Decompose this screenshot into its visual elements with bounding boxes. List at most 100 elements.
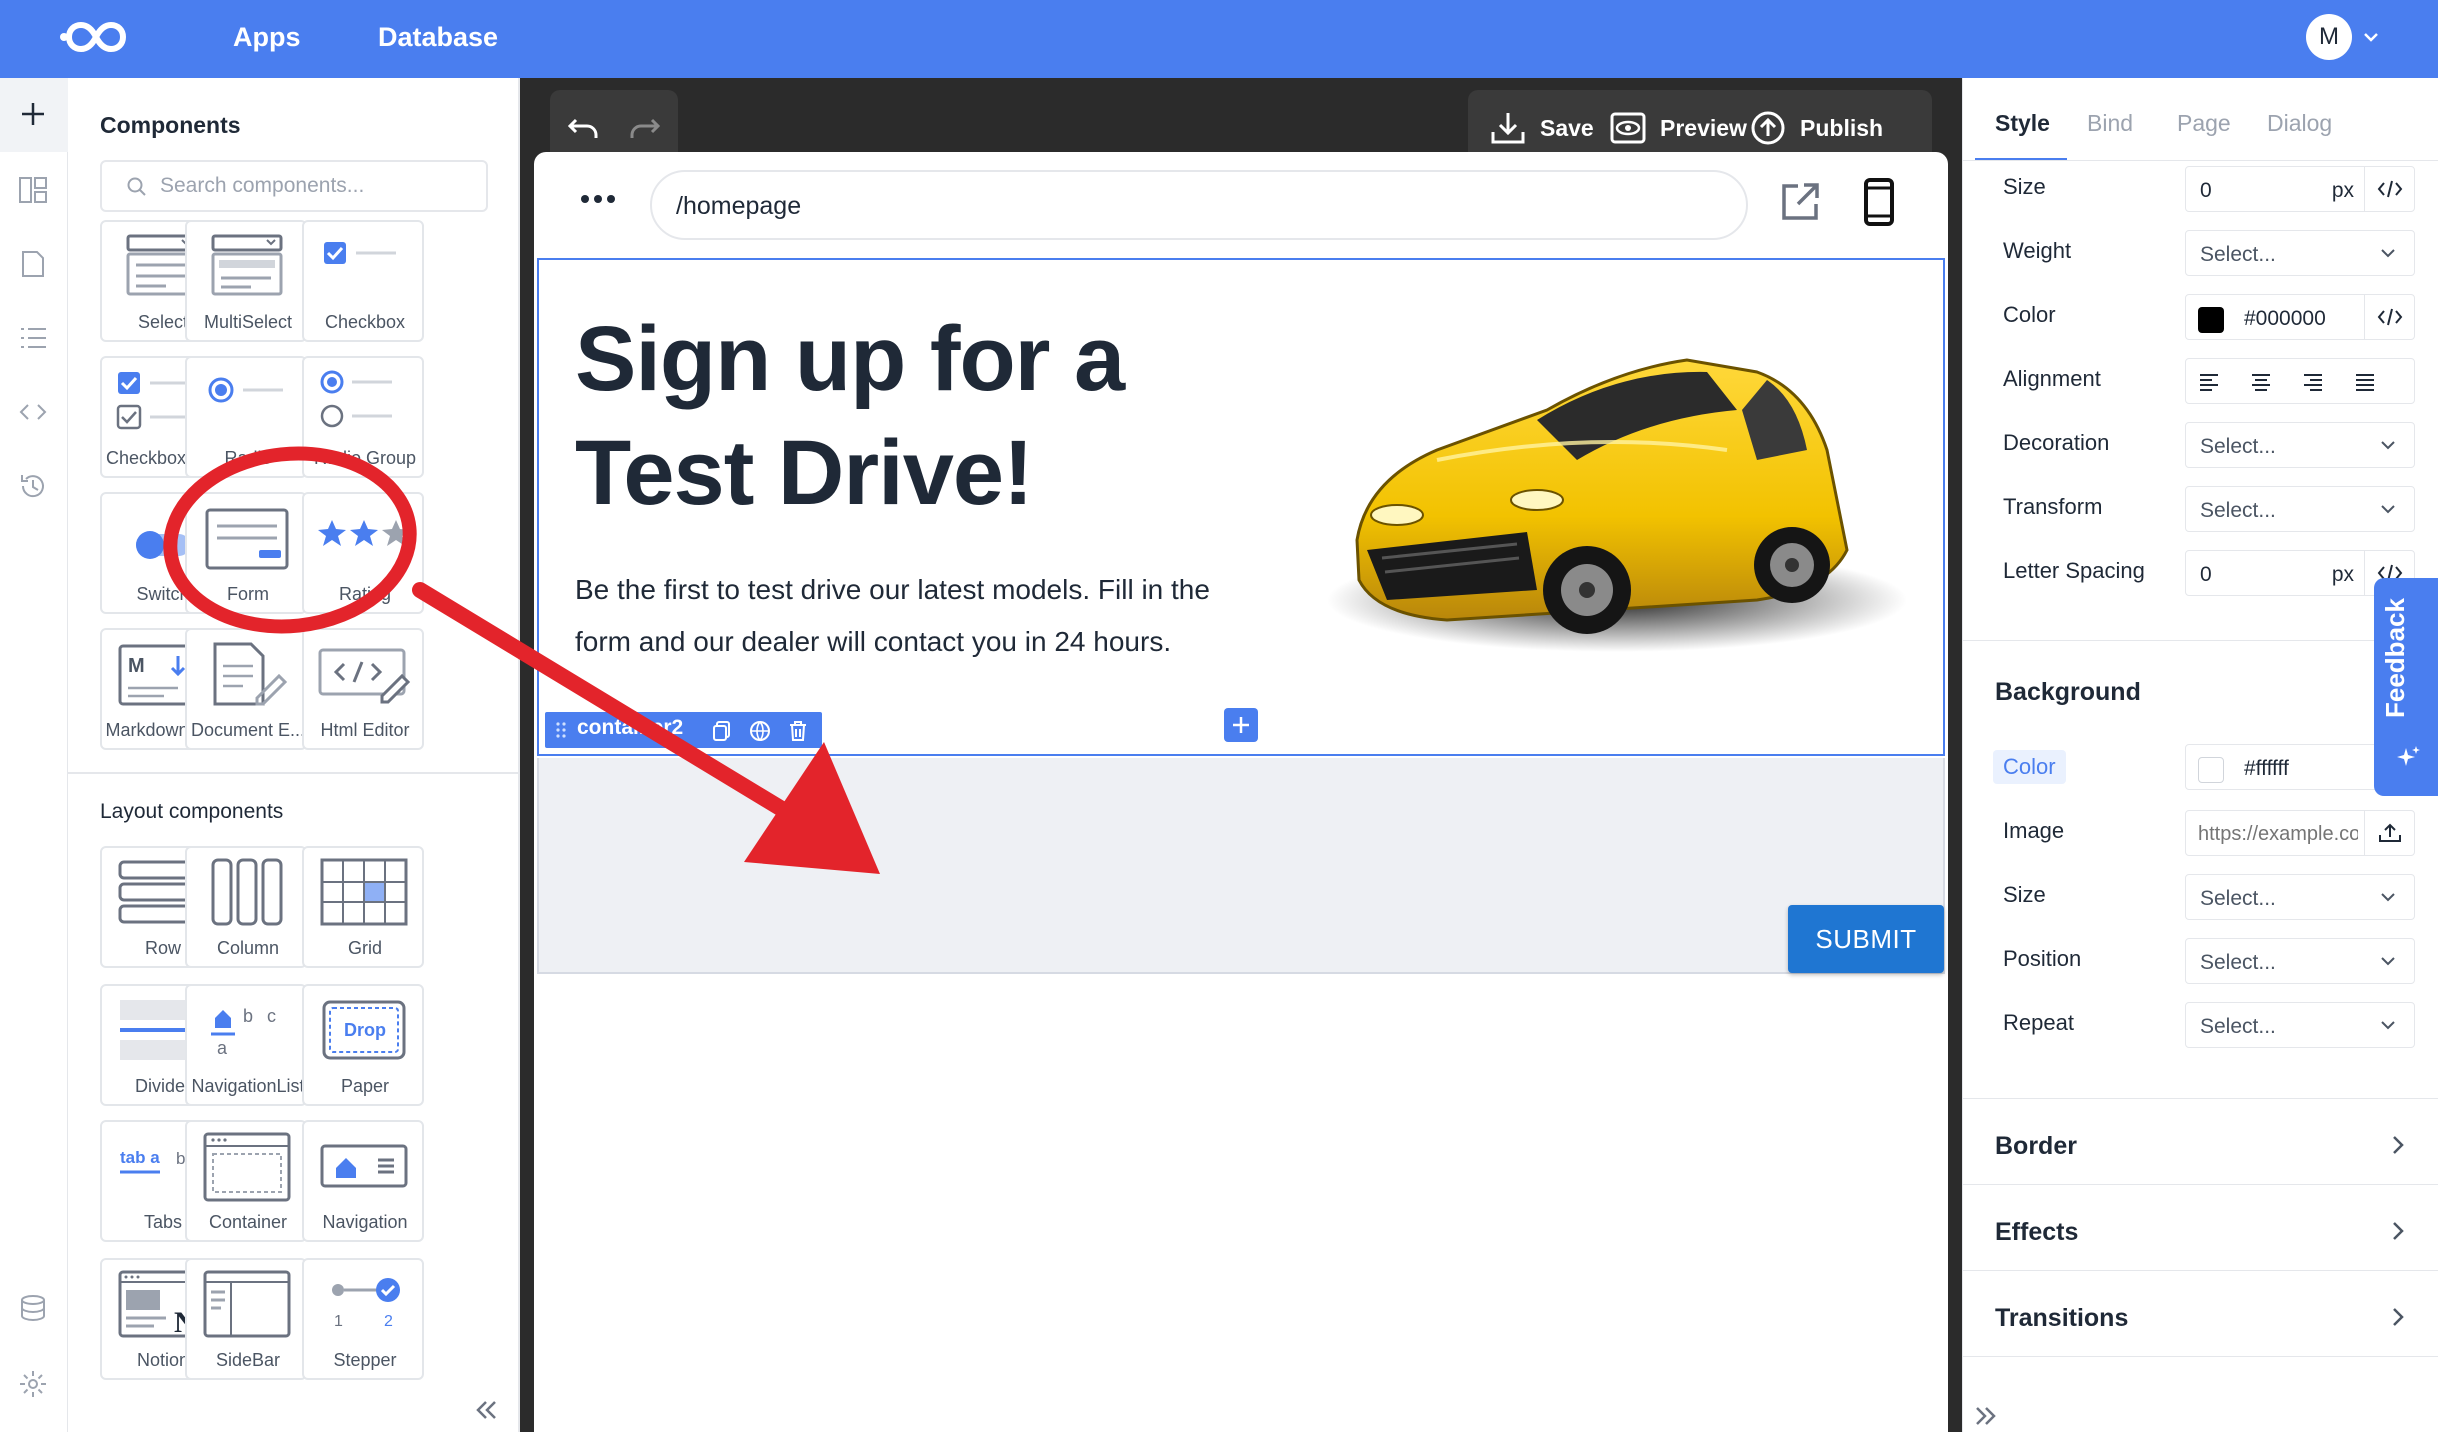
font-color-binding-toggle[interactable]	[2364, 295, 2414, 339]
radio-group-icon	[320, 370, 392, 428]
component-tile-checkbox[interactable]: Checkbox	[302, 220, 424, 342]
nav-database[interactable]: Database	[378, 0, 498, 78]
tabs-divider	[1963, 160, 2438, 161]
car-image[interactable]	[1287, 300, 1907, 700]
decoration-label: Decoration	[2003, 430, 2110, 455]
transitions-section-title[interactable]: Transitions	[1995, 1304, 2128, 1333]
hero-headline[interactable]: Sign up for a Test Drive!	[575, 302, 1195, 530]
navigation-list-icon: b c a	[211, 1006, 276, 1058]
tab-dialog[interactable]: Dialog	[2267, 110, 2332, 137]
selected-container-tag[interactable]: container2	[545, 712, 822, 748]
font-color-field[interactable]: #000000	[2185, 294, 2415, 340]
hero-paragraph[interactable]: Be the first to test drive our latest mo…	[575, 564, 1255, 668]
redo-icon[interactable]	[628, 116, 660, 142]
layout-tile-stepper[interactable]: 12 Stepper	[302, 1258, 424, 1380]
bg-size-select[interactable]: Select...	[2185, 874, 2415, 920]
component-tile-multiselect[interactable]: MultiSelect	[185, 220, 307, 342]
mobile-view-icon[interactable]	[1864, 178, 1894, 226]
chevron-right-icon[interactable]	[2389, 1306, 2407, 1328]
search-box	[100, 160, 488, 212]
font-size-unit: px	[2331, 179, 2354, 202]
alignment-label: Alignment	[2003, 366, 2101, 391]
layout-tile-column[interactable]: Column	[185, 846, 307, 968]
tab-page[interactable]: Page	[2177, 110, 2231, 137]
plus-icon[interactable]	[17, 98, 49, 130]
feedback-label: Feedback	[2380, 598, 2410, 718]
bg-color-swatch[interactable]	[2198, 757, 2224, 783]
text-transform-select[interactable]: Select...	[2185, 486, 2415, 532]
chevron-right-icon[interactable]	[2389, 1220, 2407, 1242]
database-icon[interactable]	[17, 1292, 49, 1324]
component-tile-rating[interactable]: Rating	[302, 492, 424, 614]
chevron-down-icon[interactable]	[2362, 28, 2380, 46]
drag-handle-icon[interactable]	[555, 721, 567, 739]
history-icon[interactable]	[17, 470, 49, 502]
expand-panel-icon[interactable]	[1972, 1402, 2000, 1430]
add-component-button[interactable]	[1224, 708, 1258, 742]
align-justify-icon[interactable]	[2354, 372, 2376, 392]
layout-tile-navigation-list[interactable]: bc a NavigationList	[185, 984, 307, 1106]
align-center-icon[interactable]	[2250, 372, 2272, 392]
text-decoration-select[interactable]: Select...	[2185, 422, 2415, 468]
list-icon[interactable]	[17, 322, 49, 354]
font-size-binding-toggle[interactable]	[2364, 167, 2414, 211]
component-tile-radio[interactable]: Radio	[185, 356, 307, 478]
border-section-title[interactable]: Border	[1995, 1132, 2077, 1161]
submit-button[interactable]: SUBMIT	[1788, 905, 1944, 973]
text-transform-value: Select...	[2200, 499, 2276, 522]
form-container[interactable]	[537, 758, 1945, 974]
component-tile-html-editor[interactable]: Html Editor	[302, 628, 424, 750]
text-decoration-value: Select...	[2200, 435, 2276, 458]
more-icon[interactable]	[580, 194, 616, 204]
url-bar[interactable]: /homepage	[650, 170, 1748, 240]
upload-button[interactable]	[2364, 811, 2414, 855]
tile-label: Html Editor	[320, 720, 410, 740]
layout-tile-navigation[interactable]: Navigation	[302, 1120, 424, 1242]
chevron-right-icon[interactable]	[2389, 1134, 2407, 1156]
component-tile-form[interactable]: Form	[185, 492, 307, 614]
font-weight-select[interactable]: Select...	[2185, 230, 2415, 276]
layout-tile-paper[interactable]: Drop Paper	[302, 984, 424, 1106]
search-input[interactable]	[160, 170, 470, 202]
layout-tile-sidebar[interactable]: SideBar	[185, 1258, 307, 1380]
component-tile-radio-group[interactable]: Radio Group	[302, 356, 424, 478]
tab-bind[interactable]: Bind	[2087, 110, 2133, 137]
letter-spacing-value: 0	[2200, 563, 2212, 586]
collapse-panel-icon[interactable]	[472, 1396, 500, 1424]
copy-icon[interactable]	[711, 720, 733, 742]
layout-tile-grid[interactable]: Grid	[302, 846, 424, 968]
trash-icon[interactable]	[787, 720, 809, 742]
container-icon	[203, 1132, 291, 1202]
bg-image-input[interactable]	[2198, 821, 2358, 847]
tile-label: Form	[227, 584, 269, 604]
layout-icon[interactable]	[17, 174, 49, 206]
globe-icon[interactable]	[749, 720, 771, 742]
code-icon[interactable]	[17, 396, 49, 428]
open-external-icon[interactable]	[1780, 182, 1820, 222]
multiselect-icon	[211, 234, 283, 296]
font-color-value: #000000	[2244, 307, 2326, 330]
bg-position-select[interactable]: Select...	[2185, 938, 2415, 984]
bg-repeat-select[interactable]: Select...	[2185, 1002, 2415, 1048]
tabs-tab-a-text: tab a	[120, 1148, 160, 1167]
align-left-icon[interactable]	[2198, 372, 2220, 392]
app-logo-icon[interactable]	[58, 16, 148, 58]
gear-icon[interactable]	[17, 1368, 49, 1400]
font-color-swatch[interactable]	[2198, 307, 2224, 333]
tab-style[interactable]: Style	[1995, 110, 2050, 137]
align-right-icon[interactable]	[2302, 372, 2324, 392]
avatar[interactable]: M	[2306, 14, 2352, 60]
weight-label: Weight	[2003, 238, 2072, 263]
layout-tile-container[interactable]: Container	[185, 1120, 307, 1242]
nav-apps[interactable]: Apps	[233, 0, 301, 78]
page-icon[interactable]	[17, 248, 49, 280]
size-label: Size	[2003, 174, 2046, 199]
feedback-tab[interactable]: Feedback	[2374, 578, 2438, 796]
font-size-field[interactable]: 0 px	[2185, 166, 2415, 212]
undo-icon[interactable]	[568, 116, 600, 142]
hero-container[interactable]: Sign up for a Test Drive! Be the first t…	[537, 258, 1945, 756]
effects-section-title[interactable]: Effects	[1995, 1218, 2078, 1247]
radio-icon	[208, 377, 283, 403]
component-tile-document-editor[interactable]: Document E...	[185, 628, 307, 750]
layout-components-title: Layout components	[100, 800, 284, 823]
